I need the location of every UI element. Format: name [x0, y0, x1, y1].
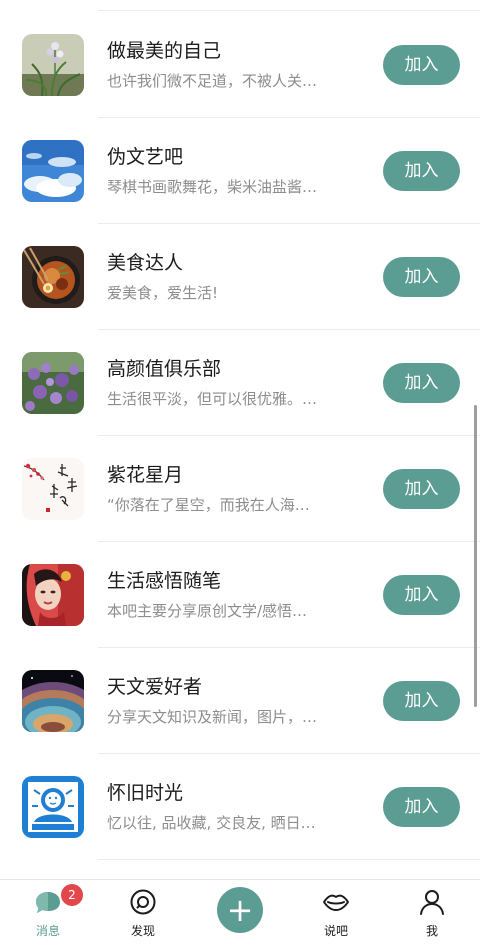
- tab-talk[interactable]: 说吧: [296, 880, 376, 946]
- group-name: 紫花星月: [107, 464, 184, 486]
- group-name: 天文爱好者: [107, 676, 203, 698]
- person-icon: [418, 888, 446, 916]
- join-button[interactable]: 加入: [383, 363, 460, 403]
- tab-discover[interactable]: 发现: [103, 880, 183, 946]
- tab-label: 消息: [35, 924, 60, 938]
- scrollbar[interactable]: [474, 405, 477, 707]
- group-description: 爱美食，爱生活!: [107, 284, 219, 302]
- group-list[interactable]: 做最美的自己 也许我们微不足道，不被人关… 加入 伪文艺吧 琴棋书画歌舞花，柴米…: [0, 0, 480, 879]
- retro-poster-image: [22, 776, 84, 838]
- tab-label: 我: [425, 924, 438, 938]
- lips-icon: [322, 888, 350, 916]
- join-button[interactable]: 加入: [383, 151, 460, 191]
- group-name: 生活感悟随笔: [107, 570, 222, 592]
- join-button[interactable]: 加入: [383, 469, 460, 509]
- chat-bubble-icon: [34, 888, 62, 916]
- join-button[interactable]: 加入: [383, 681, 460, 721]
- list-item[interactable]: 天文爱好者 分享天文知识及新闻，图片，… 加入: [0, 648, 480, 754]
- group-name: 高颜值俱乐部: [107, 358, 222, 380]
- tab-label: 说吧: [323, 924, 348, 938]
- divider: [98, 10, 480, 11]
- portrait-woman-image: [22, 564, 84, 626]
- compass-icon: [129, 888, 157, 916]
- list-item[interactable]: 伪文艺吧 琴棋书画歌舞花，柴米油盐酱… 加入: [0, 118, 480, 224]
- orchid-plant-image: [22, 34, 84, 96]
- plus-icon: +: [226, 891, 254, 929]
- group-name: 怀旧时光: [107, 782, 184, 804]
- tab-me[interactable]: 我: [392, 880, 472, 946]
- group-description: 本吧主要分享原创文学/感悟…: [107, 602, 308, 620]
- group-name: 伪文艺吧: [107, 146, 184, 168]
- list-item[interactable]: 紫花星月 “你落在了星空，而我在人海… 加入: [0, 436, 480, 542]
- list-item[interactable]: 怀旧时光 忆以往, 品收藏, 交良友, 晒日… 加入: [0, 754, 480, 860]
- group-description: 分享天文知识及新闻，图片，…: [107, 708, 318, 726]
- list-item[interactable]: 高颜值俱乐部 生活很平淡，但可以很优雅。… 加入: [0, 330, 480, 436]
- group-description: 也许我们微不足道，不被人关…: [107, 72, 318, 90]
- join-button[interactable]: 加入: [383, 45, 460, 85]
- calligraphy-plum-image: [22, 458, 84, 520]
- group-name: 做最美的自己: [107, 40, 222, 62]
- group-description: 琴棋书画歌舞花，柴米油盐酱…: [107, 178, 318, 196]
- tab-label: 发现: [130, 924, 155, 938]
- unread-badge: 2: [61, 884, 83, 906]
- group-description: 忆以往, 品收藏, 交良友, 晒日…: [107, 814, 316, 832]
- group-description: 生活很平淡，但可以很优雅。…: [107, 390, 318, 408]
- noodle-bowl-image: [22, 246, 84, 308]
- list-item[interactable]: 美食达人 爱美食，爱生活! 加入: [0, 224, 480, 330]
- list-item[interactable]: 做最美的自己 也许我们微不足道，不被人关… 加入: [0, 12, 480, 118]
- join-button[interactable]: 加入: [383, 257, 460, 297]
- group-name: 美食达人: [107, 252, 184, 274]
- join-button[interactable]: 加入: [383, 787, 460, 827]
- join-button[interactable]: 加入: [383, 575, 460, 615]
- blue-sky-clouds-image: [22, 140, 84, 202]
- list-item[interactable]: 生活感悟随笔 本吧主要分享原创文学/感悟… 加入: [0, 542, 480, 648]
- create-post-button[interactable]: +: [217, 887, 263, 933]
- planet-surface-image: [22, 670, 84, 732]
- divider: [98, 859, 480, 860]
- group-description: “你落在了星空，而我在人海…: [107, 496, 310, 514]
- tab-messages[interactable]: 2 消息: [8, 880, 88, 946]
- purple-flowers-image: [22, 352, 84, 414]
